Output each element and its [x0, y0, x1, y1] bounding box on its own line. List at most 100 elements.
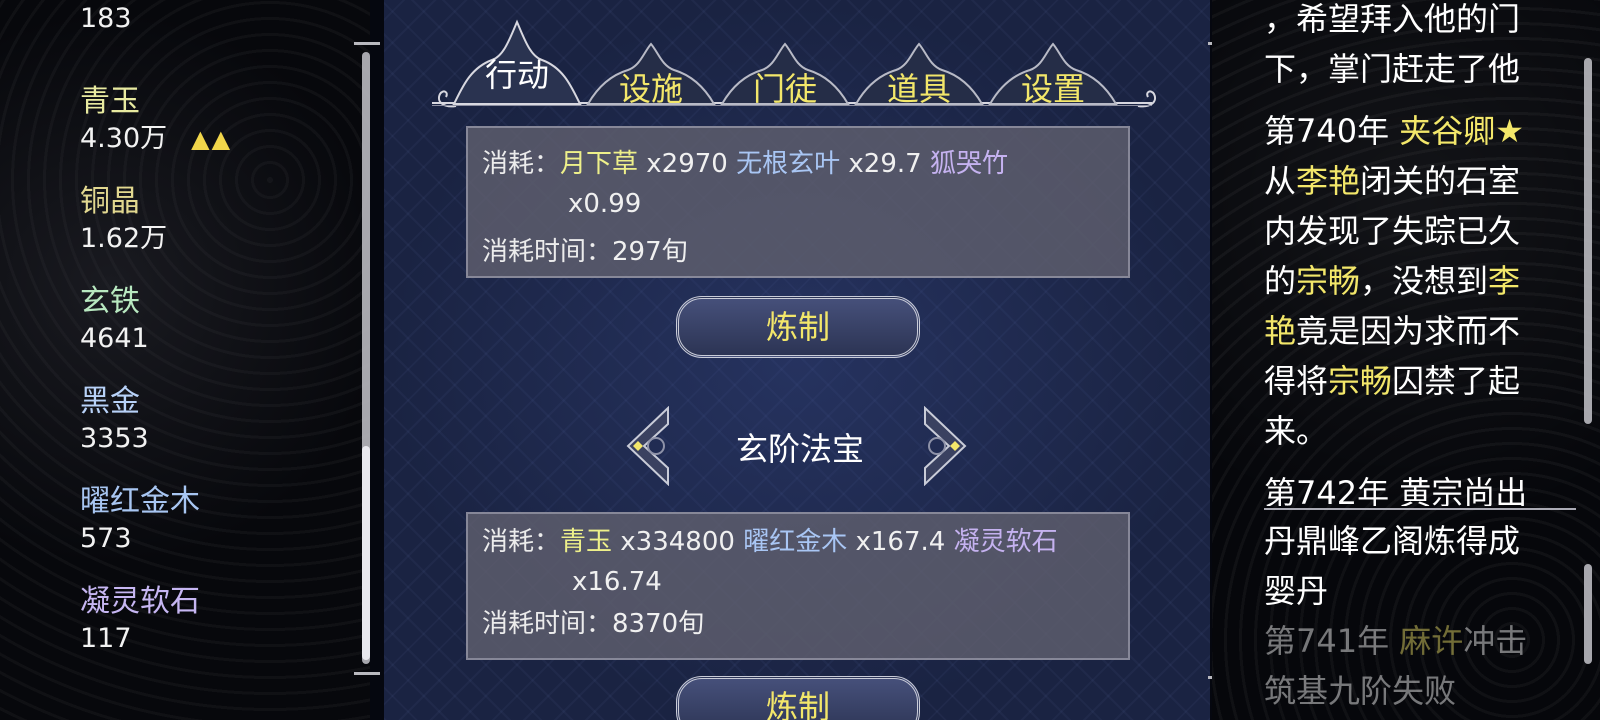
resource-item-qingyu[interactable]: 青玉 4.30万 ▲▲ — [80, 82, 232, 156]
log-text: 得将 — [1264, 362, 1329, 400]
material-name: 凝灵软石 — [953, 527, 1058, 557]
resource-value: 573 — [80, 523, 132, 554]
category-label: 玄阶法宝 — [735, 430, 864, 468]
log-line: 得将宗畅囚禁了起 — [1264, 356, 1520, 406]
log-text: 闭关的石室 — [1360, 162, 1521, 200]
material-qty: x167.4 — [855, 527, 946, 557]
prev-category-icon[interactable] — [624, 406, 670, 486]
log-divider — [1264, 508, 1576, 510]
cost-label: 消耗： — [482, 527, 561, 557]
log-line: 从李艳闭关的石室 — [1264, 156, 1520, 206]
event-log-panel: ，希望拜入他的门 下，掌门赶走了他 第740年 夹谷卿★ 从李艳闭关的石室 内发… — [1212, 0, 1600, 720]
log-line: 婴丹 — [1264, 572, 1329, 610]
log-name: 李艳 — [1296, 162, 1361, 200]
time-label: 消耗时间： — [482, 237, 613, 267]
tab-facilities[interactable]: 设施 — [586, 42, 716, 108]
material-name: 狐哭竹 — [929, 149, 1008, 179]
material-name: 月下草 — [560, 149, 639, 179]
resource-panel: 183 青玉 4.30万 ▲▲ 铜晶 1.62万 玄铁 4641 黑金 3353 … — [0, 0, 380, 720]
craft-button[interactable]: 炼制 — [676, 676, 920, 720]
tab-items[interactable]: 道具 — [854, 42, 984, 108]
tab-label: 设施 — [618, 70, 683, 108]
resource-name: 青玉 — [80, 84, 140, 119]
log-line: ，希望拜入他的门 — [1264, 0, 1521, 38]
resource-scrollbar-thumb[interactable] — [362, 446, 370, 660]
cost-line: 消耗：月下草 x2970 无根玄叶 x29.7 狐哭竹 — [482, 144, 1008, 184]
scrollbar-cap — [354, 672, 380, 675]
log-text: 冲击 — [1463, 622, 1528, 660]
log-line: 来。 — [1264, 412, 1329, 450]
material-qty: x2970 — [646, 149, 728, 179]
log-line: 第740年 夹谷卿★ — [1264, 106, 1524, 156]
log-line: 第742年 黄宗尚出 — [1264, 474, 1528, 506]
recipe-card: 消耗：月下草 x2970 无根玄叶 x29.7 狐哭竹 x0.99 消耗时间：2… — [466, 126, 1130, 278]
resource-item-tongjing[interactable]: 铜晶 1.62万 — [80, 182, 167, 256]
log-name: 李 — [1488, 262, 1521, 300]
resource-value: 3353 — [80, 423, 149, 454]
log-text: 的 — [1264, 262, 1297, 300]
resource-value: 1.62万 — [80, 223, 168, 254]
log-line: 内发现了失踪已久 — [1264, 212, 1521, 250]
cost-line-wrap: x16.74 — [572, 562, 662, 602]
material-name: 青玉 — [560, 527, 613, 557]
main-panel: 行动 设施 门徒 道具 设置 消耗：月下草 x2970 无根玄叶 x29.7 狐… — [384, 0, 1210, 720]
resource-value: 117 — [80, 623, 132, 654]
recipe-card: 消耗：青玉 x334800 曜红金木 x167.4 凝灵软石 x16.74 消耗… — [466, 512, 1130, 660]
log-name: 宗畅 — [1296, 262, 1361, 300]
log-line: 筑基九阶失败 — [1264, 672, 1457, 710]
cost-line: 消耗：青玉 x334800 曜红金木 x167.4 凝灵软石 — [482, 522, 1058, 562]
log-line: 的宗畅，没想到李 — [1264, 256, 1520, 306]
resource-value-text: 4.30万 — [80, 123, 168, 154]
log-text: 竟是因为求而不 — [1296, 312, 1521, 350]
material-qty: x0.99 — [568, 189, 642, 219]
time-value: 297旬 — [612, 237, 688, 267]
tab-disciples[interactable]: 门徒 — [720, 42, 850, 108]
log-text: 从 — [1264, 162, 1297, 200]
log-scrollbar[interactable] — [1584, 58, 1592, 424]
log-name: 夹谷卿★ — [1399, 112, 1524, 150]
log-line: 艳竟是因为求而不 — [1264, 306, 1520, 356]
resource-item-xuantie[interactable]: 玄铁 4641 — [80, 282, 149, 356]
category-switcher: 玄阶法宝 — [624, 406, 969, 486]
tab-action[interactable]: 行动 — [452, 8, 582, 106]
log-year: 第741年 — [1264, 622, 1390, 660]
resource-item-ninglingruanshi[interactable]: 凝灵软石 117 — [80, 582, 200, 656]
trend-up-icon: ▲▲ — [191, 125, 233, 153]
resource-item: 183 — [80, 2, 132, 36]
resource-value: 4641 — [80, 323, 149, 354]
resource-name: 黑金 — [80, 384, 140, 419]
resource-value: 4.30万 ▲▲ — [80, 122, 232, 156]
resource-name: 曜红金木 — [80, 484, 200, 519]
log-cutoff: 第742年 黄宗尚出 — [1212, 474, 1600, 506]
resource-name: 凝灵软石 — [80, 584, 200, 619]
material-qty: x29.7 — [848, 149, 922, 179]
cost-label: 消耗： — [482, 149, 561, 179]
log-line: 下，掌门赶走了他 — [1264, 50, 1521, 88]
resource-name: 铜晶 — [80, 184, 140, 219]
log-line: 第741年 麻许冲击 — [1264, 616, 1527, 666]
tab-rail-curl-right-icon — [1137, 90, 1156, 108]
material-name: 曜红金木 — [743, 527, 848, 557]
resource-item-heijin[interactable]: 黑金 3353 — [80, 382, 149, 456]
time-line: 消耗时间：297旬 — [482, 232, 688, 272]
time-label: 消耗时间： — [482, 609, 613, 639]
log-name: 艳 — [1264, 312, 1297, 350]
time-line: 消耗时间：8370旬 — [482, 604, 704, 644]
material-qty: x16.74 — [572, 567, 662, 597]
resource-value: 183 — [80, 3, 132, 34]
log-name: 宗畅 — [1328, 362, 1393, 400]
log-year: 第740年 — [1264, 112, 1390, 150]
material-name: 无根玄叶 — [736, 149, 841, 179]
log-scrollbar-lower[interactable] — [1584, 564, 1592, 664]
time-value: 8370旬 — [612, 609, 705, 639]
scrollbar-cap — [354, 42, 380, 45]
next-category-icon[interactable] — [923, 406, 969, 486]
tab-label: 设置 — [1020, 70, 1085, 108]
cost-line-wrap: x0.99 — [568, 184, 641, 224]
tab-label: 道具 — [886, 70, 951, 108]
tab-settings[interactable]: 设置 — [988, 42, 1118, 108]
material-qty: x334800 — [620, 527, 735, 557]
craft-button[interactable]: 炼制 — [676, 296, 920, 358]
tab-label: 门徒 — [752, 70, 817, 108]
resource-item-yaohongjinmu[interactable]: 曜红金木 573 — [80, 482, 200, 556]
